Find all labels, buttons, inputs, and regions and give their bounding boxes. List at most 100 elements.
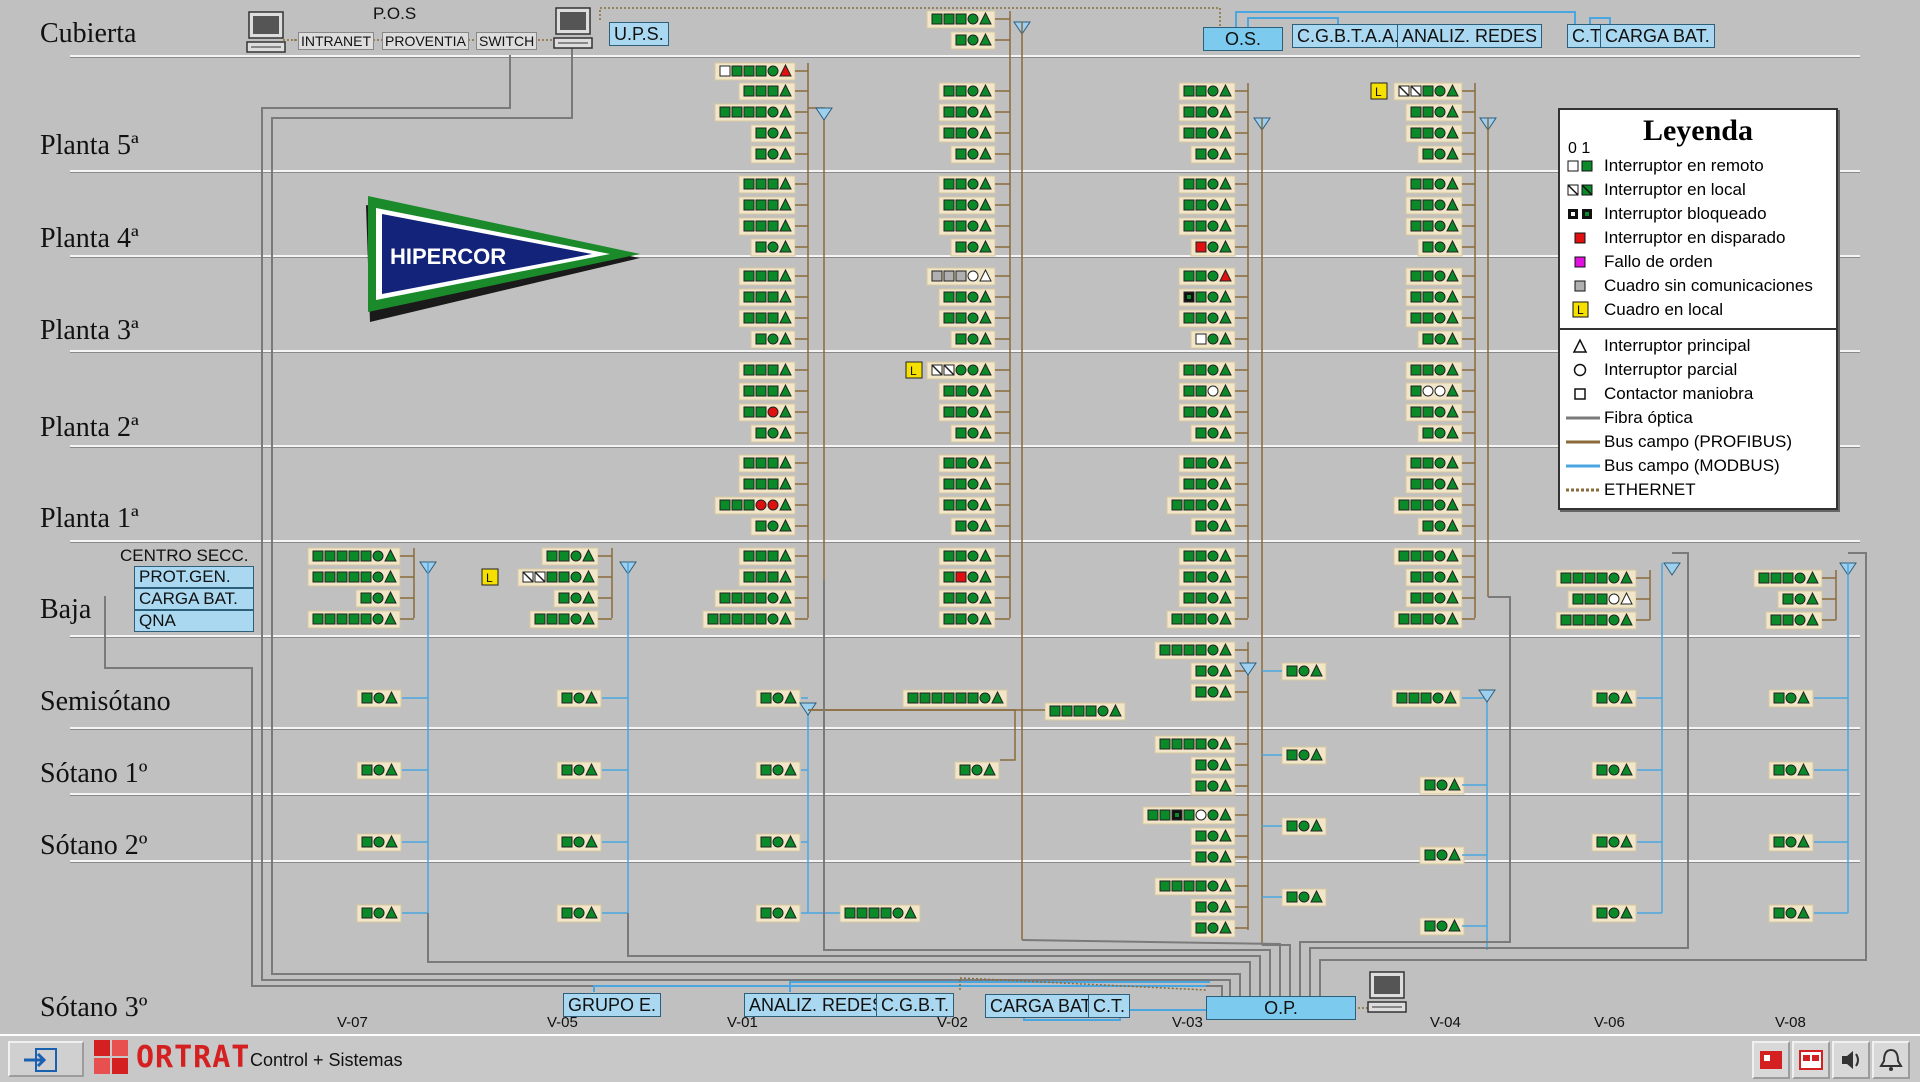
- panel-v03-symbol: [1195, 106, 1207, 118]
- panel-v01-symbol: [755, 613, 767, 625]
- panel-v04-symbol: [1434, 385, 1446, 397]
- panel-v04-symbol: [1422, 457, 1434, 469]
- panel-v05-symbol: [546, 571, 558, 583]
- panel-v04-symbol: [1410, 364, 1422, 376]
- panel-v04-symbol: [1410, 312, 1422, 324]
- intranet-box[interactable]: INTRANET: [298, 32, 374, 50]
- panel-v03-symbol: [1195, 406, 1207, 418]
- os-box[interactable]: O.S.: [1203, 27, 1283, 51]
- panel-v03-symbol: [1183, 880, 1195, 892]
- legend-item-label: Fibra óptica: [1604, 408, 1693, 427]
- panel-v02-symbol: [967, 13, 979, 25]
- panel-v02-symbol: [955, 457, 967, 469]
- panel-v03-symbol: [1195, 457, 1207, 469]
- panel-v05-symbol: [570, 550, 582, 562]
- panel-v01-symbol: [743, 364, 755, 376]
- qna-box[interactable]: QNA: [134, 610, 254, 632]
- panel-v02-symbol: [955, 427, 967, 439]
- panel-v05-low-symbol: [561, 836, 573, 848]
- exit-button[interactable]: [8, 1041, 84, 1077]
- panel-v01-symbol: [767, 333, 779, 345]
- panel-v02-symbol: [967, 127, 979, 139]
- legend-states: Interruptor en remoto Interruptor en loca…: [1560, 154, 1836, 322]
- legend-item-label: Interruptor principal: [1604, 336, 1751, 355]
- panel-v06-low-symbol: [1596, 836, 1608, 848]
- panel-v01-symbol: [743, 571, 755, 583]
- carga-bat-bottom-box[interactable]: CARGA BAT.: [985, 994, 1100, 1018]
- floor-separator: [70, 860, 1860, 862]
- window-button-1[interactable]: [1752, 1041, 1790, 1079]
- panel-v03-symbol: [1195, 901, 1207, 913]
- panel-v03-symbol: [1171, 738, 1183, 750]
- column-label-v06: V-06: [1594, 1014, 1625, 1031]
- cgbtaa-box[interactable]: C.G.B.T.A.A.: [1292, 24, 1405, 48]
- panel-v04-symbol: [1434, 592, 1446, 604]
- floor-label-planta1: Planta 1ª: [40, 503, 139, 534]
- column-label-v07: V-07: [337, 1014, 368, 1031]
- panel-v04-symbol: [1434, 106, 1446, 118]
- panel-v02-symbol: [943, 592, 955, 604]
- panel-v03-symbol: [1207, 385, 1219, 397]
- panel-v08-low-symbol: [1773, 836, 1785, 848]
- carga-bat-baja-box[interactable]: CARGA BAT.: [134, 588, 254, 610]
- floor-label-cubierta: Cubierta: [40, 18, 137, 49]
- fiber-v05: [627, 913, 1261, 996]
- panel-v01-symbol: [767, 478, 779, 490]
- panel-v01-symbol: [755, 65, 767, 77]
- triangle-icon: [1572, 338, 1588, 353]
- panel-v06-low-symbol: [1608, 907, 1620, 919]
- panel-v08-low-symbol: [1773, 692, 1785, 704]
- panel-v05-symbol: [570, 571, 582, 583]
- panel-v03-symbol: [1195, 478, 1207, 490]
- panel-v01-symbol: [767, 613, 779, 625]
- panel-v03-symbol: [1207, 333, 1219, 345]
- tripped-icon: [1574, 232, 1586, 244]
- legend-item-local: Interruptor en local: [1560, 178, 1836, 202]
- panel-v03-symbol: [1183, 178, 1195, 190]
- panel-v03-symbol: [1183, 220, 1195, 232]
- panel-v04-low-symbol: [1420, 692, 1432, 704]
- panel-v05-low-symbol: [561, 907, 573, 919]
- legend-types: Interruptor principal Interruptor parcial…: [1560, 334, 1836, 502]
- carga-bat-top-box[interactable]: CARGA BAT.: [1600, 24, 1715, 48]
- prot-gen-box[interactable]: PROT.GEN.: [134, 566, 254, 588]
- analiz-redes-bottom-box[interactable]: ANALIZ. REDES: [744, 993, 890, 1017]
- panel-v05-low-symbol: [573, 836, 585, 848]
- panel-v02-symbol: [943, 406, 955, 418]
- legend-item-orderfail: Fallo de orden: [1560, 250, 1836, 274]
- panel-v02-symbol: [955, 312, 967, 324]
- panel-v03-symbol: [1207, 178, 1219, 190]
- panel-v03-symbol: [1207, 809, 1219, 821]
- panel-v01-low-symbol: [760, 836, 772, 848]
- panel-v04-symbol: [1410, 499, 1422, 511]
- panel-v04-symbol: [1410, 178, 1422, 190]
- panel-v02-symbol: [943, 291, 955, 303]
- window-button-2[interactable]: [1792, 1041, 1830, 1079]
- op-box[interactable]: O.P.: [1206, 996, 1356, 1020]
- fiber-v04: [1299, 596, 1511, 996]
- ct-bottom-box[interactable]: C.T.: [1088, 994, 1131, 1018]
- panel-v07-symbol: [312, 613, 324, 625]
- panel-v03-symbol: [1207, 780, 1219, 792]
- analiz-redes-top-box[interactable]: ANALIZ. REDES: [1397, 24, 1543, 48]
- panel-v04-symbol: [1422, 550, 1434, 562]
- ups-box[interactable]: U.P.S.: [609, 22, 669, 46]
- panel-v03-symbol: [1183, 571, 1195, 583]
- panel-v02-symbol: [955, 127, 967, 139]
- panel-v01-symbol: [731, 592, 743, 604]
- panel-v05-low-symbol: [573, 692, 585, 704]
- panel-v04-symbol: [1422, 427, 1434, 439]
- panel-v06-symbol: [1596, 593, 1608, 605]
- bus-coupler-icon: [815, 107, 833, 121]
- panel-v02-symbol: [955, 592, 967, 604]
- panel-v01-symbol: [743, 178, 755, 190]
- sound-button[interactable]: [1832, 1041, 1870, 1079]
- proventia-box[interactable]: PROVENTIA: [382, 32, 469, 50]
- floor-separator: [70, 55, 1860, 57]
- alarm-button[interactable]: [1872, 1041, 1910, 1079]
- panel-v07-symbol: [324, 571, 336, 583]
- switch-box[interactable]: SWITCH: [476, 32, 538, 50]
- panel-v03-symbol: [1195, 686, 1207, 698]
- panel-v04-symbol: [1410, 406, 1422, 418]
- panel-v07-symbol: [360, 613, 372, 625]
